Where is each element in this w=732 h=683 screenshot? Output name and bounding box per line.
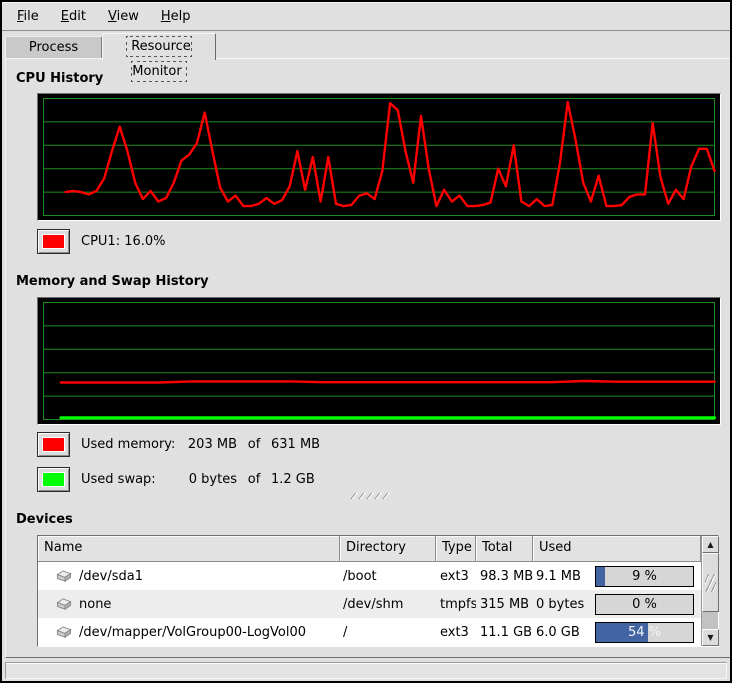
device-type: tmpfs — [436, 597, 476, 612]
used-memory-color-button[interactable] — [37, 432, 70, 457]
drive-icon — [54, 569, 74, 584]
device-directory: / — [340, 625, 436, 640]
device-total: 98.3 MB — [476, 569, 533, 584]
down-arrow-icon: ▼ — [707, 633, 713, 642]
menu-view[interactable]: View — [97, 4, 150, 29]
column-header-type[interactable]: Type — [436, 536, 476, 562]
thumb-grip-icon — [705, 574, 716, 592]
memory-total-value: 631 MB — [271, 437, 320, 453]
device-directory: /boot — [340, 569, 436, 584]
swap-total-value: 1.2 GB — [271, 472, 315, 488]
vertical-scrollbar[interactable]: ▲ ▼ — [701, 536, 718, 646]
table-row[interactable]: /dev/mapper/VolGroup00-LogVol00 / ext3 1… — [38, 618, 718, 646]
device-type: ext3 — [436, 625, 476, 640]
used-memory-legend: Used memory: 203 MB of 631 MB — [81, 437, 320, 453]
usage-progressbar: 0 % — [595, 594, 694, 615]
used-memory-color-swatch — [42, 437, 65, 452]
device-used: 6.0 GB — [533, 625, 595, 640]
used-swap-label: Used swap: — [81, 472, 177, 488]
tab-strip: Process Listing Resource Monitor — [3, 32, 729, 59]
menu-edit[interactable]: Edit — [50, 4, 97, 29]
device-used: 9.1 MB — [533, 569, 595, 584]
scrollbar-thumb[interactable] — [702, 553, 719, 612]
column-header-total[interactable]: Total — [476, 536, 533, 562]
table-row[interactable]: /dev/sda1 /boot ext3 98.3 MB 9.1 MB 9 % — [38, 562, 718, 590]
menu-help[interactable]: Help — [150, 4, 202, 29]
device-total: 11.1 GB — [476, 625, 533, 640]
scroll-down-button[interactable]: ▼ — [702, 629, 719, 646]
cpu-history-chart — [38, 94, 720, 220]
cpu1-color-button[interactable] — [37, 229, 70, 254]
device-type: ext3 — [436, 569, 476, 584]
used-swap-value: 0 bytes — [177, 472, 237, 488]
device-total: 315 MB — [476, 597, 533, 612]
system-monitor-window: File Edit View Help Process Listing Reso… — [0, 0, 732, 683]
grip-hatch-icon — [348, 492, 390, 500]
device-name: /dev/sda1 — [79, 569, 143, 584]
progress-percent-label: 54 % — [596, 623, 693, 642]
column-header-used[interactable]: Used — [533, 536, 701, 562]
memory-swap-title: Memory and Swap History — [16, 274, 209, 289]
column-header-name[interactable]: Name — [38, 536, 340, 562]
pane-resize-grip[interactable] — [348, 492, 390, 500]
device-used: 0 bytes — [533, 597, 595, 612]
device-directory: /dev/shm — [340, 597, 436, 612]
tab-resource-monitor[interactable]: Resource Monitor — [102, 33, 216, 60]
memory-swap-graph — [37, 297, 721, 425]
menu-file[interactable]: File — [6, 4, 50, 29]
drive-icon — [54, 597, 74, 612]
resource-monitor-page: CPU History CPU1: 16.0% Memory and Swap … — [5, 58, 731, 658]
used-swap-color-swatch — [42, 472, 65, 487]
menubar: File Edit View Help — [2, 2, 730, 31]
scroll-up-button[interactable]: ▲ — [702, 536, 719, 553]
devices-title: Devices — [16, 512, 73, 527]
used-swap-legend: Used swap: 0 bytes of 1.2 GB — [81, 472, 315, 488]
tab-process-listing[interactable]: Process Listing — [5, 36, 102, 59]
column-header-directory[interactable]: Directory — [340, 536, 436, 562]
used-memory-value: 203 MB — [177, 437, 237, 453]
device-name: none — [79, 597, 111, 612]
memory-swap-chart — [38, 298, 720, 424]
used-swap-color-button[interactable] — [37, 467, 70, 492]
drive-icon — [54, 625, 74, 640]
cpu1-legend-label: CPU1: 16.0% — [81, 234, 166, 250]
usage-progressbar: 54 % — [595, 622, 694, 643]
devices-table-header: Name Directory Type Total Used — [38, 536, 718, 562]
devices-table: Name Directory Type Total Used /dev/sda1… — [37, 535, 719, 647]
statusbar — [5, 662, 727, 679]
progress-percent-label: 0 % — [596, 595, 693, 614]
cpu-history-graph — [37, 93, 721, 221]
device-name: /dev/mapper/VolGroup00-LogVol00 — [79, 625, 306, 640]
up-arrow-icon: ▲ — [707, 540, 713, 549]
usage-progressbar: 9 % — [595, 566, 694, 587]
progress-percent-label: 9 % — [596, 567, 693, 586]
cpu-history-title: CPU History — [16, 71, 103, 86]
used-memory-label: Used memory: — [81, 437, 177, 453]
cpu1-color-swatch — [42, 234, 65, 249]
table-row[interactable]: none /dev/shm tmpfs 315 MB 0 bytes 0 % — [38, 590, 718, 618]
